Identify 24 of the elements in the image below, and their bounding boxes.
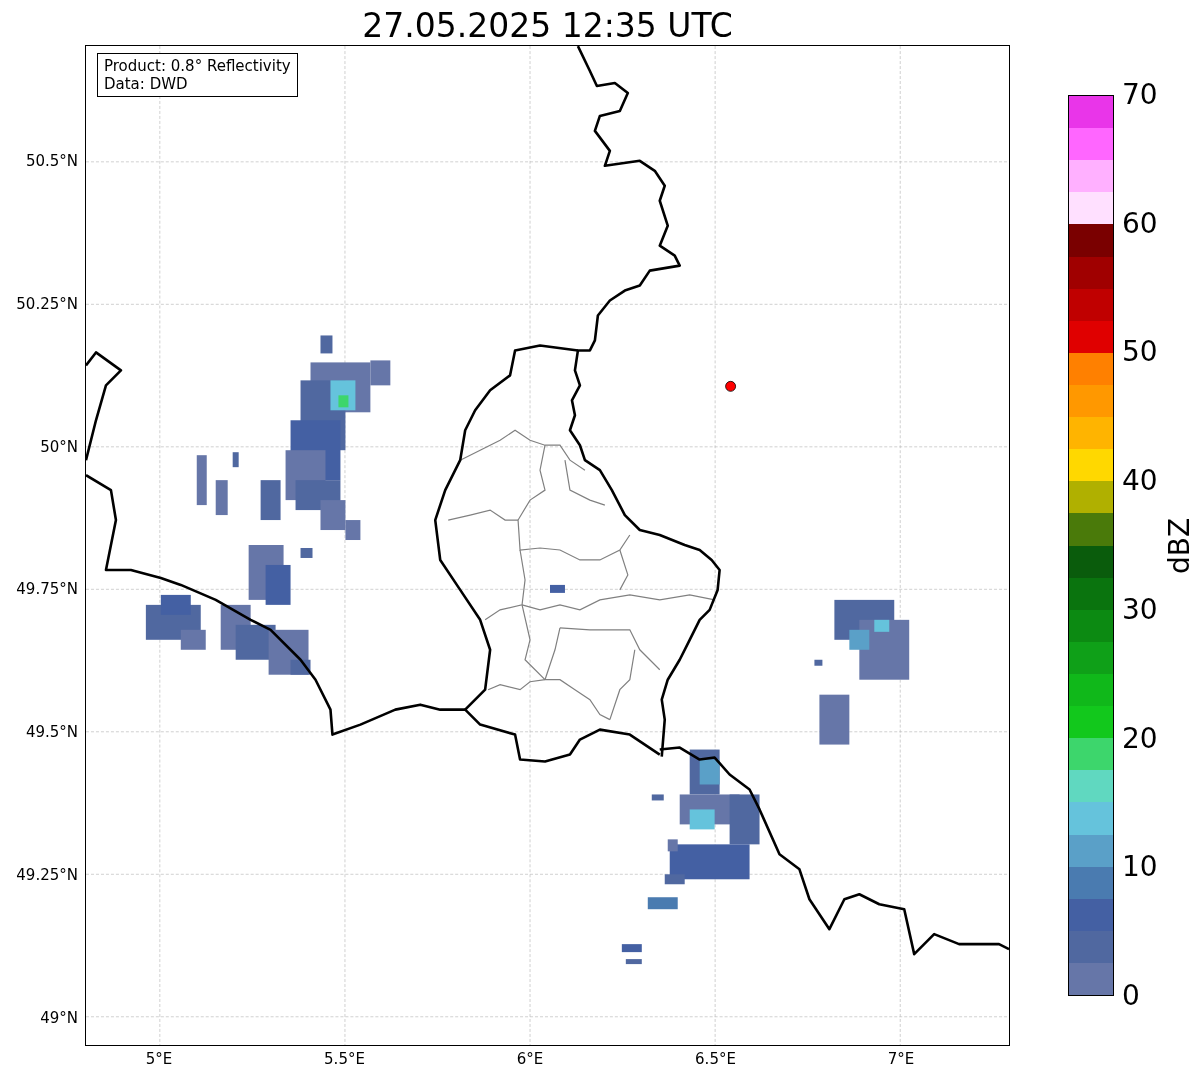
colorbar-tick-label: 70 (1122, 79, 1158, 111)
legend-text: Product: 0.8° Reflectivity (104, 57, 291, 75)
longitude-label: 5.5°E (323, 1050, 366, 1068)
latitude-label: 49.25°N (16, 866, 78, 884)
latitude-label: 49.5°N (25, 723, 78, 742)
latitude-label: 50.5°N (25, 152, 78, 170)
longitude-label: 7°E (886, 1050, 916, 1068)
latitude-label: 49.75°N (16, 580, 78, 599)
colorbar-tick-label: 50 (1122, 336, 1158, 369)
longitude-label: 6°E (515, 1050, 545, 1068)
chart-title: 27.05.2025 12:35 UTC (361, 5, 734, 47)
colorbar-tick-label: 40 (1122, 465, 1158, 498)
latitude-label: 50.25°N (16, 294, 78, 313)
latitude-label: 49°N (40, 1008, 78, 1027)
colorbar-tick-label: 30 (1122, 593, 1158, 626)
legend-text: Data: DWD (104, 75, 189, 93)
colorbar-tick-label: 60 (1122, 207, 1158, 240)
colorbar-tick-label: 20 (1122, 722, 1158, 755)
colorbar-tick-label: 10 (1122, 851, 1158, 884)
longitude-label: 5°E (144, 1050, 174, 1068)
colorbar-label: dBZ (1164, 516, 1196, 577)
latitude-label: 50°N (40, 437, 78, 456)
longitude-label: 6.5°E (694, 1050, 737, 1068)
colorbar-tick-label: 0 (1122, 980, 1140, 1012)
